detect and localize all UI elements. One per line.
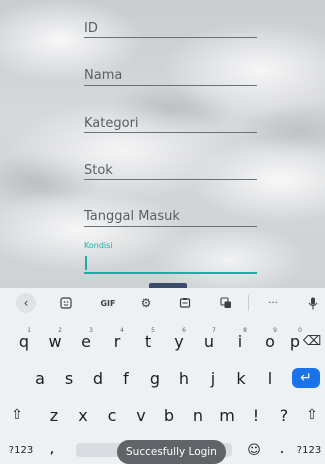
tanggal-masuk-field-underline xyxy=(84,226,257,227)
key-w[interactable]: 2w xyxy=(44,326,66,356)
key-n[interactable]: n xyxy=(187,400,209,430)
nama-field[interactable]: Nama xyxy=(84,68,257,86)
microphone-icon[interactable] xyxy=(304,295,322,311)
nama-field-underline xyxy=(84,85,257,86)
chevron-left-icon[interactable]: ‹ xyxy=(16,293,36,313)
key-label: y xyxy=(174,331,184,351)
nama-field-placeholder: Nama xyxy=(84,68,123,83)
gear-icon[interactable]: ⚙ xyxy=(137,295,155,311)
more-button[interactable]: ··· xyxy=(263,295,283,311)
clipboard-icon[interactable] xyxy=(176,295,194,311)
key-c[interactable]: c xyxy=(101,400,123,430)
key-y[interactable]: 6y xyxy=(168,326,190,356)
period-key[interactable]: . xyxy=(276,435,288,464)
key-label: p xyxy=(289,331,301,351)
key-v[interactable]: v xyxy=(130,400,152,430)
key-label: t xyxy=(144,331,152,351)
key-hint: 3 xyxy=(89,327,93,334)
soft-keyboard: ‹ GIF ⚙ ··· 1q 2w 3e 4r 5t 6y 7u 8i 9o 0… xyxy=(0,288,325,464)
kategori-field-placeholder: Kategori xyxy=(84,116,139,131)
key-hint: 0 xyxy=(298,327,302,334)
kondisi-field-label: Kondisi xyxy=(84,241,113,250)
key-s[interactable]: s xyxy=(58,363,80,393)
key-b[interactable]: b xyxy=(158,400,180,430)
key-label: r xyxy=(113,331,121,351)
key-i[interactable]: 8i xyxy=(229,326,251,356)
enter-key[interactable]: ↵ xyxy=(292,368,320,388)
key-j[interactable]: j xyxy=(202,363,224,393)
tanggal-masuk-field[interactable]: Tanggal Masuk xyxy=(84,209,257,227)
key-label: e xyxy=(81,331,91,351)
stok-field-placeholder: Stok xyxy=(84,163,113,178)
key-o[interactable]: 9o xyxy=(259,326,281,356)
key-m[interactable]: m xyxy=(216,400,238,430)
key-f[interactable]: f xyxy=(115,363,137,393)
kondisi-field[interactable]: Kondisi xyxy=(84,241,257,275)
key-label: q xyxy=(18,331,30,351)
shift-key[interactable]: ⇧ xyxy=(6,400,28,430)
key-g[interactable]: g xyxy=(144,363,166,393)
key-label: o xyxy=(265,331,275,351)
translate-icon[interactable] xyxy=(217,295,235,311)
key-exclamation[interactable]: ! xyxy=(245,400,267,430)
key-hint: 2 xyxy=(58,327,62,334)
symbols-key-right[interactable]: ?123 xyxy=(294,435,324,464)
key-e[interactable]: 3e xyxy=(75,326,97,356)
id-field[interactable]: ID xyxy=(84,21,257,39)
toolbar-separator xyxy=(248,295,249,311)
symbols-key[interactable]: ?123 xyxy=(6,435,36,464)
key-k[interactable]: k xyxy=(230,363,252,393)
key-hint: 8 xyxy=(243,327,247,334)
tanggal-masuk-field-placeholder: Tanggal Masuk xyxy=(84,209,180,224)
text-cursor xyxy=(85,256,87,270)
key-r[interactable]: 4r xyxy=(106,326,128,356)
sticker-icon[interactable] xyxy=(57,295,75,311)
kategori-field[interactable]: Kategori xyxy=(84,116,257,134)
toast-message: Succesfully Login xyxy=(117,440,226,464)
key-hint: 1 xyxy=(27,327,31,334)
key-hint: 7 xyxy=(212,327,216,334)
key-hint: 6 xyxy=(182,327,186,334)
key-u[interactable]: 7u xyxy=(198,326,220,356)
kondisi-field-underline xyxy=(84,272,257,274)
id-field-placeholder: ID xyxy=(84,21,98,36)
key-label: u xyxy=(203,331,215,351)
key-d[interactable]: d xyxy=(87,363,109,393)
key-x[interactable]: x xyxy=(72,400,94,430)
shift-key-right[interactable]: ⇧ xyxy=(301,400,323,430)
key-z[interactable]: z xyxy=(43,400,65,430)
backspace-key[interactable]: ⌫ xyxy=(303,326,321,356)
key-label: i xyxy=(237,331,243,351)
key-hint: 9 xyxy=(273,327,277,334)
key-h[interactable]: h xyxy=(173,363,195,393)
key-label: w xyxy=(48,331,62,351)
key-hint: 5 xyxy=(151,327,155,334)
emoji-key[interactable]: ☺ xyxy=(244,435,264,464)
comma-key[interactable]: , xyxy=(44,435,60,464)
key-q[interactable]: 1q xyxy=(13,326,35,356)
key-t[interactable]: 5t xyxy=(137,326,159,356)
key-a[interactable]: a xyxy=(29,363,51,393)
kategori-field-underline xyxy=(84,132,257,133)
id-field-underline xyxy=(84,37,257,38)
key-l[interactable]: l xyxy=(259,363,281,393)
form-area: ID Nama Kategori Stok Tanggal Masuk Kond… xyxy=(0,0,325,288)
gif-button[interactable]: GIF xyxy=(97,295,119,311)
key-hint: 4 xyxy=(120,327,124,334)
stok-field[interactable]: Stok xyxy=(84,163,257,181)
keyboard-toolbar: ‹ GIF ⚙ ··· xyxy=(0,288,325,318)
stok-field-underline xyxy=(84,179,257,180)
key-question[interactable]: ? xyxy=(273,400,295,430)
